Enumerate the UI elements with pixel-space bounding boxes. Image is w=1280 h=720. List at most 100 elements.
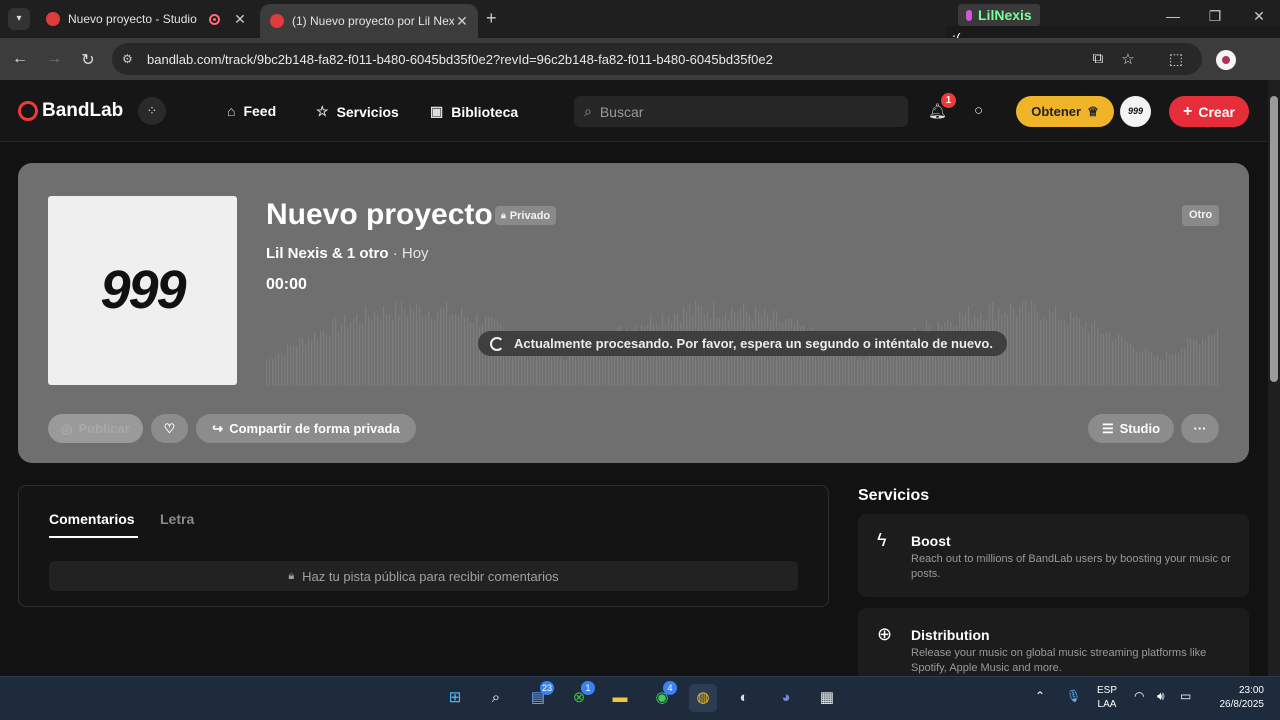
artists-link[interactable]: Lil Nexis & 1 otro [266, 245, 389, 262]
service-boost-description: Reach out to millions of BandLab users b… [911, 553, 1231, 580]
windows-start-icon[interactable]: ⊞ [441, 684, 469, 712]
waveform-bar [290, 345, 292, 386]
waveform-bar [365, 306, 367, 386]
tab-search-button[interactable]: ▾ [8, 8, 30, 30]
reload-icon[interactable]: ↻ [78, 50, 98, 70]
microphone-icon [966, 9, 972, 21]
battery-icon[interactable]: ▭ [1180, 689, 1191, 703]
waveform-bar [566, 360, 568, 386]
nav-biblioteca-label: Biblioteca [451, 103, 519, 120]
tab-letra[interactable]: Letra [160, 511, 194, 527]
track-date: · Hoy [392, 245, 429, 262]
waveform-bar [548, 355, 550, 386]
forward-icon[interactable]: → [44, 50, 64, 68]
globe-icon: ◎ [61, 420, 73, 436]
more-options-button[interactable]: ··· [1181, 414, 1219, 443]
browser-tab-track[interactable]: (1) Nuevo proyecto por Lil Nexis ✕ [260, 4, 478, 38]
lock-icon: 🔒︎ [288, 569, 295, 582]
waveform-bar [464, 316, 466, 386]
search-box[interactable]: ⌕ [574, 96, 908, 127]
share-label: Compartir de forma privada [229, 421, 400, 436]
waveform-bar [1127, 342, 1129, 386]
waveform-bar [1016, 315, 1018, 386]
search-input[interactable] [599, 103, 880, 120]
waveform-bar [866, 358, 868, 386]
waveform-bar [1151, 351, 1153, 386]
waveform-bar [1157, 355, 1159, 386]
waveform-bar [845, 351, 847, 386]
profile-avatar[interactable] [1216, 50, 1236, 70]
maximize-icon[interactable]: ❐ [1200, 8, 1230, 25]
close-tab-icon[interactable]: ✕ [454, 13, 470, 30]
discord-icon[interactable]: ◕ [772, 684, 800, 712]
file-explorer-icon[interactable]: ▬ [606, 684, 634, 712]
waveform-bar [443, 308, 445, 386]
install-app-icon[interactable]: ⧉ [1088, 50, 1108, 67]
wifi-icon[interactable]: ◠ [1134, 689, 1144, 703]
obs-icon[interactable]: ◐ [730, 684, 758, 712]
chrome-icon[interactable]: ◍ [689, 684, 717, 712]
waveform-bar [1181, 348, 1183, 386]
waveform-bar [1067, 324, 1069, 386]
bandlab-logo[interactable]: BandLab [18, 100, 123, 122]
waveform-bar [347, 327, 349, 386]
waveform-bar [1052, 312, 1054, 386]
chat-icon[interactable]: ○ [974, 102, 983, 119]
user-avatar[interactable]: 999 [1120, 96, 1151, 127]
waveform-bar [284, 353, 286, 386]
new-tab-icon[interactable]: + [486, 8, 497, 29]
comment-hint-text: Haz tu pista pública para recibir coment… [302, 568, 559, 584]
apps-grid-icon[interactable]: ⁘ [138, 97, 166, 125]
waveform-bar [413, 311, 415, 386]
tab-comentarios[interactable]: Comentarios [49, 511, 135, 527]
waveform-bar [1205, 340, 1207, 386]
active-tab-indicator [49, 536, 138, 538]
nav-feed[interactable]: ⌂ Feed [227, 103, 276, 119]
extensions-icon[interactable]: ⬚ [1166, 50, 1186, 68]
waveform-bar [1145, 347, 1147, 386]
back-icon[interactable]: ← [10, 50, 30, 68]
nav-servicios-label: Servicios [336, 103, 399, 120]
waveform-bar [1193, 339, 1195, 386]
obtener-button[interactable]: Obtener ♕ [1016, 96, 1114, 127]
bookmark-star-icon[interactable]: ☆ [1118, 50, 1138, 68]
waveform-bar [305, 344, 307, 386]
waveform-bar [554, 354, 556, 386]
publish-button[interactable]: ◎ Publicar [48, 414, 143, 443]
close-tab-icon[interactable]: ✕ [232, 11, 248, 28]
system-clock[interactable]: 23:00 26/8/2025 [1204, 684, 1265, 712]
input-language[interactable]: ESP LAA [1097, 684, 1117, 712]
waveform-bar [1043, 318, 1045, 386]
volume-icon[interactable]: 🔊︎ [1157, 689, 1165, 704]
waveform-bar [1208, 334, 1210, 386]
waveform-bar [440, 306, 442, 386]
waveform-bar [350, 321, 352, 386]
microphone-icon[interactable]: 🎙︎ [1066, 689, 1081, 703]
nav-servicios[interactable]: ☆ Servicios [316, 103, 399, 120]
waveform-bar [476, 314, 478, 386]
waveform-bar [425, 315, 427, 386]
processing-text: Actualmente procesando. Por favor, esper… [514, 336, 993, 351]
site-info-icon[interactable]: ⚙ [122, 52, 133, 66]
share-private-button[interactable]: ↪ Compartir de forma privada [196, 414, 416, 443]
waveform-bar [281, 351, 283, 386]
browser-tab-studio[interactable]: Nuevo proyecto - Studio ✕ [36, 6, 256, 32]
waveform-bar [1139, 352, 1141, 386]
crear-button[interactable]: + Crear [1169, 96, 1249, 127]
scrollbar-thumb[interactable] [1270, 96, 1278, 382]
waveform-bar [1022, 300, 1024, 386]
close-window-icon[interactable]: ✕ [1244, 8, 1274, 25]
nav-biblioteca[interactable]: ▣ Biblioteca [430, 103, 518, 120]
studio-button[interactable]: ☰ Studio [1088, 414, 1174, 443]
waveform-bar [1136, 351, 1138, 386]
app-icon[interactable]: ▦ [813, 684, 841, 712]
search-icon[interactable]: ⌕ [482, 684, 510, 712]
like-button[interactable]: ♡ [151, 414, 188, 443]
tray-overflow-icon[interactable]: ⌃ [1035, 689, 1045, 703]
minimize-icon[interactable]: — [1158, 8, 1188, 24]
waveform-bar [410, 306, 412, 386]
url-text[interactable]: bandlab.com/track/9bc2b148-fa82-f011-b48… [147, 52, 773, 67]
waveform-bar [1202, 337, 1204, 386]
windows-taskbar [0, 676, 1280, 720]
waveform-bar [377, 316, 379, 386]
